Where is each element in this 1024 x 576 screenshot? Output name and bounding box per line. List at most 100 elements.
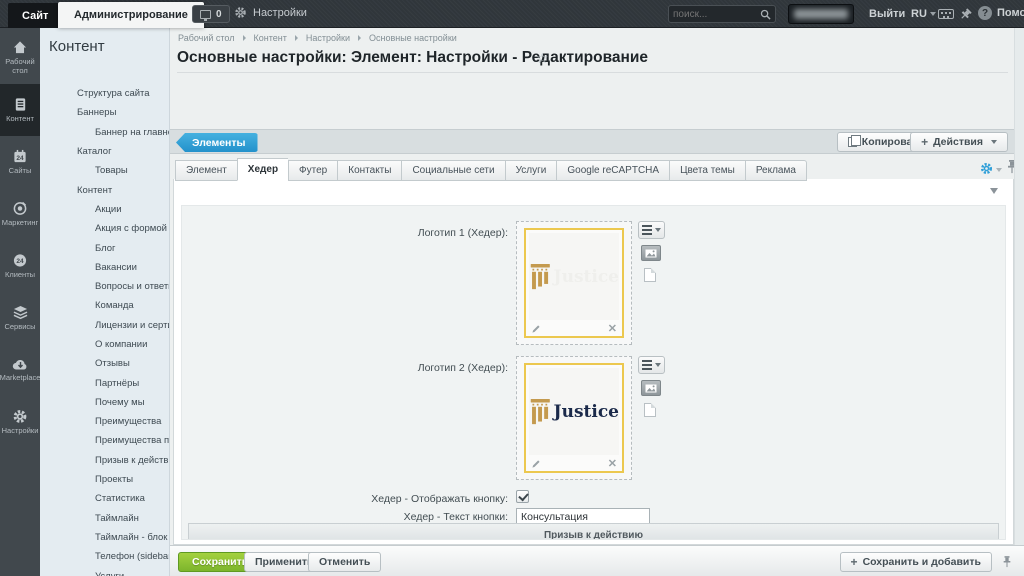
breadcrumb-item[interactable]: Контент bbox=[254, 33, 306, 43]
expand-arrow-icon[interactable] bbox=[67, 278, 74, 296]
expand-arrow-icon[interactable] bbox=[67, 239, 74, 257]
search-box[interactable] bbox=[668, 5, 776, 23]
expand-arrow-icon[interactable] bbox=[67, 336, 74, 354]
pin-icon[interactable] bbox=[960, 8, 972, 20]
form-tab[interactable]: Элемент bbox=[175, 160, 237, 181]
sidebar-item-sites[interactable]: 24 Сайты bbox=[0, 136, 40, 188]
expand-arrow-icon[interactable] bbox=[67, 490, 74, 508]
help-button[interactable]: ? Помощь bbox=[978, 6, 1024, 20]
logout-link[interactable]: Выйти bbox=[869, 8, 905, 20]
breadcrumb-item[interactable]: Рабочий стол bbox=[178, 33, 254, 43]
tree-item[interactable]: Таймлайн - блок bbox=[40, 528, 170, 547]
pin-bar-icon[interactable] bbox=[1002, 555, 1012, 569]
delete-image-icon[interactable]: ✕ bbox=[608, 459, 617, 470]
logo2-menu-button[interactable] bbox=[638, 356, 665, 374]
edit-pencil-icon[interactable] bbox=[531, 324, 541, 334]
tree-item[interactable]: Таймлайн bbox=[40, 509, 170, 528]
sidebar-item-marketplace[interactable]: Marketplace bbox=[0, 344, 40, 396]
expand-arrow-icon[interactable] bbox=[67, 509, 74, 527]
tree-item[interactable]: Товары bbox=[40, 161, 170, 180]
tree-item[interactable]: Блог bbox=[40, 238, 170, 257]
tree-item[interactable]: Команда bbox=[40, 296, 170, 315]
tree-item[interactable]: Призыв к действию bbox=[40, 451, 170, 470]
form-tab[interactable]: Google reCAPTCHA bbox=[556, 160, 669, 181]
expand-arrow-icon[interactable] bbox=[67, 432, 74, 450]
expand-arrow-icon[interactable] bbox=[67, 393, 74, 411]
tree-item[interactable]: О компании bbox=[40, 335, 170, 354]
collapse-form-chevron-icon[interactable] bbox=[990, 188, 998, 194]
logo2-dropzone[interactable]: Justice ✕ bbox=[516, 356, 632, 480]
tree-item[interactable]: Статистика bbox=[40, 489, 170, 508]
search-icon[interactable] bbox=[760, 9, 771, 20]
tree-item[interactable]: Структура сайта bbox=[40, 84, 170, 103]
hotkeys-icon[interactable] bbox=[938, 9, 954, 19]
topbar-settings-button[interactable]: Настройки bbox=[234, 6, 307, 19]
tree-item[interactable]: Телефон (sidebar) bbox=[40, 547, 170, 566]
form-tab[interactable]: Услуги bbox=[505, 160, 557, 181]
delete-image-icon[interactable]: ✕ bbox=[608, 324, 617, 335]
logo1-image-mode-button[interactable] bbox=[641, 245, 661, 261]
tree-item[interactable]: Преимущества bbox=[40, 412, 170, 431]
elements-back-button[interactable]: Элементы bbox=[176, 133, 258, 152]
form-tab[interactable]: Футер bbox=[288, 160, 337, 181]
expand-arrow-icon[interactable] bbox=[67, 355, 74, 373]
search-input[interactable] bbox=[673, 9, 760, 20]
expand-arrow-icon[interactable] bbox=[49, 143, 56, 161]
tree-item[interactable]: Лицензии и сертификаты bbox=[40, 316, 170, 335]
form-tab[interactable]: Социальные сети bbox=[401, 160, 504, 181]
admin-tab[interactable]: Администрирование bbox=[58, 2, 204, 28]
logo2-file-icon[interactable] bbox=[644, 403, 656, 417]
logo1-dropzone[interactable]: Justice ✕ bbox=[516, 221, 632, 345]
cancel-button[interactable]: Отменить bbox=[308, 552, 381, 572]
expand-arrow-icon[interactable] bbox=[67, 162, 74, 180]
expand-arrow-icon[interactable] bbox=[67, 200, 74, 218]
expand-arrow-icon[interactable] bbox=[67, 316, 74, 334]
expand-arrow-icon[interactable] bbox=[49, 104, 56, 122]
expand-arrow-icon[interactable] bbox=[67, 548, 74, 566]
expand-arrow-icon[interactable] bbox=[67, 567, 74, 576]
save-and-add-button[interactable]: + Сохранить и добавить bbox=[840, 552, 992, 572]
tree-item[interactable]: Контент bbox=[40, 180, 170, 199]
actions-button[interactable]: + Действия bbox=[910, 132, 1008, 152]
site-tab[interactable]: Сайт bbox=[8, 3, 62, 28]
sidebar-item-clients[interactable]: 24 Клиенты bbox=[0, 240, 40, 292]
tree-item[interactable]: Акции bbox=[40, 200, 170, 219]
tree-item[interactable]: Акция с формой bbox=[40, 219, 170, 238]
expand-arrow-icon[interactable] bbox=[49, 181, 56, 199]
tree-item[interactable]: Отзывы bbox=[40, 354, 170, 373]
form-tab[interactable]: Хедер bbox=[237, 158, 288, 181]
sidebar-item-settings[interactable]: Настройки bbox=[0, 396, 40, 448]
expand-arrow-icon[interactable] bbox=[49, 85, 56, 103]
user-name-redacted[interactable] bbox=[788, 4, 854, 24]
sidebar-item-desktop[interactable]: Рабочий стол bbox=[0, 32, 40, 84]
header-show-button-checkbox[interactable] bbox=[516, 490, 529, 503]
logo1-menu-button[interactable] bbox=[638, 221, 665, 239]
logo1-file-icon[interactable] bbox=[644, 268, 656, 282]
expand-arrow-icon[interactable] bbox=[67, 528, 74, 546]
expand-arrow-icon[interactable] bbox=[67, 258, 74, 276]
expand-arrow-icon[interactable] bbox=[67, 123, 74, 141]
sidebar-item-marketing[interactable]: Маркетинг bbox=[0, 188, 40, 240]
tree-item[interactable]: Партнёры bbox=[40, 373, 170, 392]
tabs-settings-gear-icon[interactable] bbox=[980, 162, 993, 175]
language-switcher[interactable]: RU bbox=[911, 8, 936, 20]
tree-item[interactable]: Почему мы bbox=[40, 393, 170, 412]
chevron-down-icon[interactable] bbox=[996, 168, 1002, 172]
tree-item[interactable]: Баннер на главной bbox=[40, 123, 170, 142]
favorite-star-icon[interactable]: ☆ bbox=[536, 51, 549, 67]
tree-item[interactable]: Вакансии bbox=[40, 258, 170, 277]
edit-pencil-icon[interactable] bbox=[531, 459, 541, 469]
cta-section-header[interactable]: Призыв к действию bbox=[188, 523, 999, 540]
notifications-counter[interactable]: 0 bbox=[192, 5, 230, 23]
sidebar-item-services[interactable]: Сервисы bbox=[0, 292, 40, 344]
tree-item[interactable]: Проекты bbox=[40, 470, 170, 489]
tree-item[interactable]: Вопросы и ответы bbox=[40, 277, 170, 296]
tree-item[interactable]: Баннеры bbox=[40, 103, 170, 122]
breadcrumb-item[interactable]: Основные настройки bbox=[369, 33, 457, 43]
expand-arrow-icon[interactable] bbox=[67, 451, 74, 469]
tree-item[interactable]: Услуги bbox=[40, 566, 170, 576]
form-tab[interactable]: Цвета темы bbox=[669, 160, 745, 181]
form-tab[interactable]: Реклама bbox=[745, 160, 807, 181]
sidebar-item-content[interactable]: Контент bbox=[0, 84, 40, 136]
expand-arrow-icon[interactable] bbox=[67, 374, 74, 392]
